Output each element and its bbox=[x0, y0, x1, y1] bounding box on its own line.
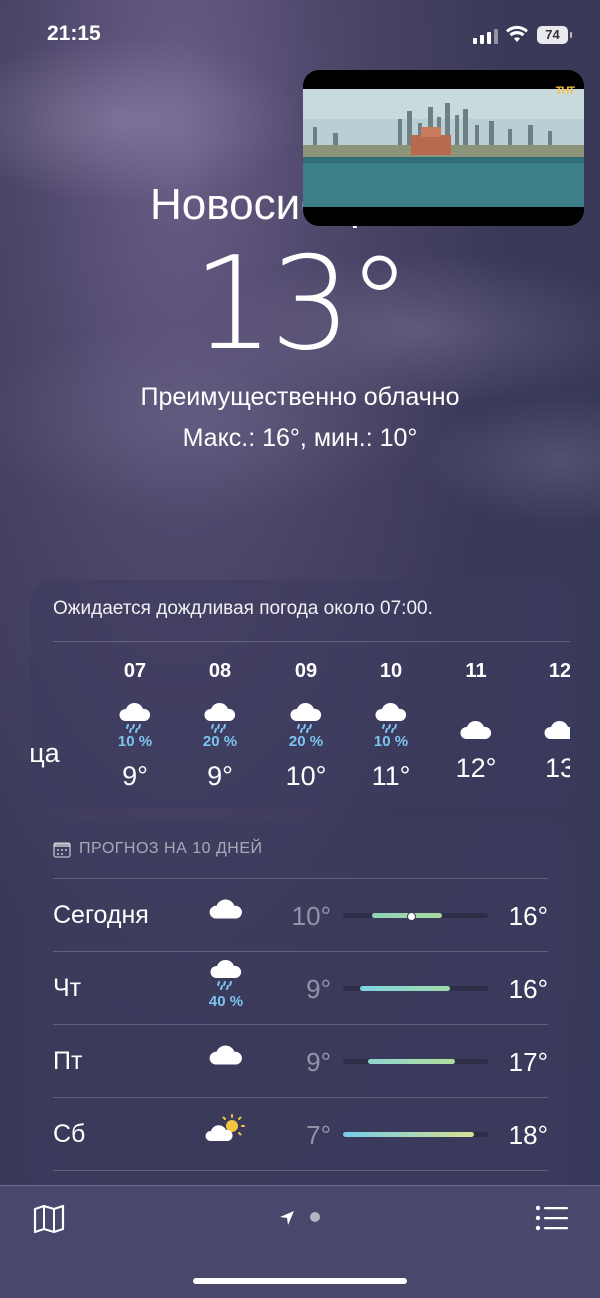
current-temp-marker bbox=[407, 912, 417, 921]
cloud-rain-icon bbox=[210, 959, 242, 990]
temp-range-fill bbox=[367, 1059, 455, 1064]
hourly-summary: Ожидается дождливая погода около 07:00. bbox=[53, 598, 433, 619]
hourly-forecast-card[interactable]: Ожидается дождливая погода около 07:00. … bbox=[30, 580, 570, 808]
day-row[interactable]: Чт 40 % 9° 16° bbox=[53, 951, 548, 1025]
day-low: 9° bbox=[306, 1047, 331, 1077]
video-frame bbox=[303, 89, 584, 207]
day-row[interactable]: Сб 7° 18° bbox=[53, 1097, 548, 1171]
day-label: Сб bbox=[53, 1120, 86, 1148]
hourly-item: 11 12° bbox=[436, 660, 516, 784]
wifi-icon bbox=[506, 25, 528, 42]
hourly-temp: 9° bbox=[122, 761, 148, 791]
precip-chance: 10 % bbox=[373, 733, 409, 750]
day-high: 18° bbox=[508, 1120, 548, 1150]
hourly-hour: 07 bbox=[123, 660, 147, 682]
cloud-icon bbox=[209, 1045, 242, 1065]
precip-chance: 10 % bbox=[117, 733, 153, 750]
hourly-temp: 11° bbox=[371, 761, 411, 791]
day-high: 17° bbox=[508, 1047, 548, 1077]
hourly-temp: 10° bbox=[285, 761, 327, 791]
hourly-hour: 10 bbox=[379, 660, 403, 682]
divider bbox=[53, 641, 570, 642]
hourly-item: 08 20 % 9° bbox=[180, 660, 260, 792]
day-low: 7° bbox=[306, 1120, 331, 1150]
day-row[interactable]: Пт 9° 17° bbox=[53, 1024, 548, 1098]
list-icon[interactable] bbox=[535, 1205, 569, 1231]
hourly-temp: 13 bbox=[544, 753, 570, 783]
ten-day-header: ПРОГНОЗ НА 10 ДНЕЙ bbox=[53, 840, 263, 858]
day-high: 16° bbox=[508, 974, 548, 1004]
current-condition: Преимущественно облачно bbox=[140, 383, 460, 411]
status-time: 21:15 bbox=[47, 22, 101, 45]
cloud-icon bbox=[460, 720, 492, 739]
day-low: 9° bbox=[306, 974, 331, 1004]
ten-day-title: ПРОГНОЗ НА 10 ДНЕЙ bbox=[79, 840, 263, 857]
hourly-hour: 12 bbox=[548, 660, 570, 682]
cloud-rain-icon bbox=[375, 702, 407, 733]
current-temperature: 13° bbox=[192, 230, 412, 379]
day-label: Чт bbox=[53, 974, 82, 1002]
hourly-item: нца bbox=[30, 660, 77, 769]
partly-sunny-icon bbox=[205, 1114, 245, 1141]
hourly-hour: 11 bbox=[465, 660, 487, 682]
temp-range-fill bbox=[360, 986, 451, 991]
home-indicator[interactable] bbox=[193, 1278, 407, 1284]
hourly-temp: 12° bbox=[455, 753, 497, 783]
battery-indicator: 74 bbox=[537, 26, 572, 44]
day-high: 16° bbox=[508, 901, 548, 931]
high-low-temperature: Макс.: 16°, мин.: 10° bbox=[182, 424, 418, 452]
precip-chance: 20 % bbox=[288, 733, 324, 750]
hourly-temp: 9° bbox=[207, 761, 233, 791]
temp-range-bar bbox=[343, 912, 488, 921]
status-bar: 21:15 74 bbox=[0, 0, 600, 70]
temp-range-bar bbox=[343, 1059, 488, 1064]
day-label: Сегодня bbox=[53, 901, 149, 929]
day-low: 10° bbox=[291, 901, 331, 931]
cloud-icon bbox=[544, 721, 570, 739]
cloud-rain-icon bbox=[204, 702, 236, 733]
precip-chance: 20 % bbox=[202, 733, 238, 750]
precip-chance: 40 % bbox=[208, 993, 244, 1010]
temp-range-bar bbox=[343, 986, 488, 991]
channel-logo: THT bbox=[555, 85, 575, 97]
page-indicator-dot[interactable] bbox=[310, 1212, 320, 1222]
location-arrow-icon[interactable] bbox=[279, 1210, 295, 1226]
hourly-hour: 08 bbox=[208, 660, 232, 682]
map-icon[interactable] bbox=[33, 1204, 65, 1234]
hourly-item: 07 10 % 9° bbox=[95, 660, 175, 792]
pip-video-player[interactable]: THT bbox=[303, 70, 584, 226]
temp-range-bar bbox=[343, 1132, 488, 1137]
temp-range-fill bbox=[343, 1132, 474, 1137]
hourly-temp: нца bbox=[30, 738, 60, 768]
hourly-item: 10 10 % 11° bbox=[351, 660, 431, 792]
hourly-item: 09 20 % 10° bbox=[266, 660, 346, 792]
hourly-item: 12 13 bbox=[520, 660, 570, 784]
calendar-icon bbox=[53, 841, 71, 858]
cellular-signal-icon bbox=[473, 28, 498, 44]
cloud-rain-icon bbox=[290, 702, 322, 733]
day-row[interactable]: Сегодня 10° 16° bbox=[53, 878, 548, 952]
cloud-icon bbox=[209, 899, 242, 919]
hourly-hour: 09 bbox=[294, 660, 318, 682]
cloud-rain-icon bbox=[119, 702, 151, 733]
day-label: Пт bbox=[53, 1047, 83, 1075]
ten-day-forecast-card[interactable]: ПРОГНОЗ НА 10 ДНЕЙ Сегодня 10° 16° Чт 40… bbox=[30, 822, 570, 1192]
